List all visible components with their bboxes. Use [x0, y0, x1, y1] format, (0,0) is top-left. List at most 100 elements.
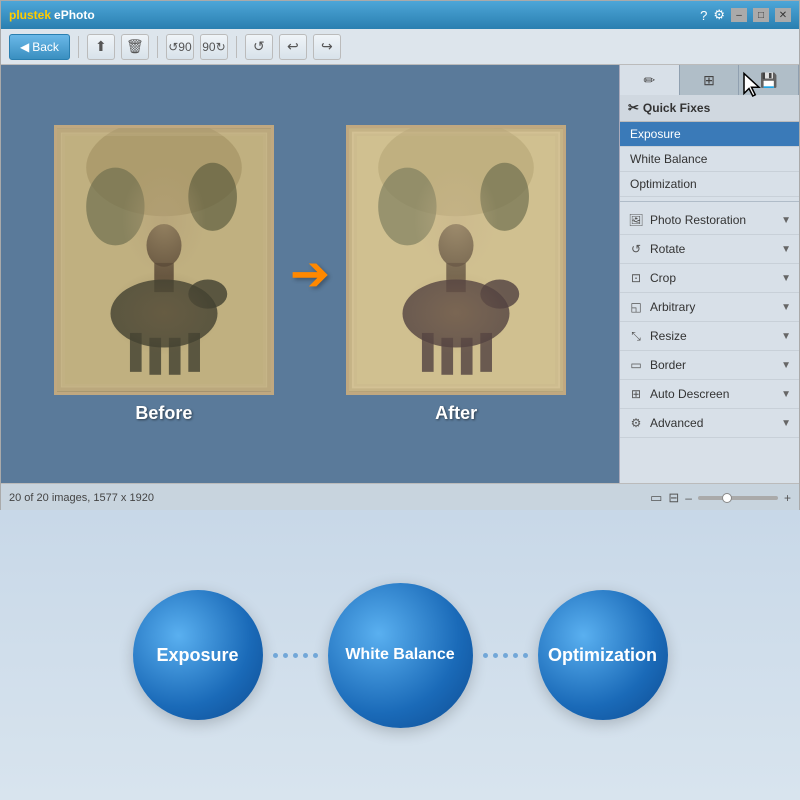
settings-icon[interactable]: ⚙: [713, 7, 725, 23]
panel-row-border[interactable]: ▭ Border ▼: [620, 351, 799, 380]
app-window: plustek ePhoto ? ⚙ – □ ✕ ◀ Back ⬆ 🗑 ↺90: [0, 0, 800, 510]
back-button[interactable]: ◀ Back: [9, 34, 70, 60]
chevron-icon-5: ▼: [781, 331, 791, 342]
right-panel-tabs: ✏ ⊞ 💾: [620, 65, 799, 95]
single-view-icon[interactable]: ▭: [650, 490, 662, 506]
before-photo: [54, 125, 274, 395]
panel-divider: [620, 201, 799, 202]
delete-icon: 🗑: [126, 38, 144, 55]
resize-icon: ⤡: [628, 328, 644, 344]
image-compare: Before ➔: [21, 125, 599, 424]
zoom-slider[interactable]: [698, 496, 778, 500]
after-container: After: [346, 125, 566, 424]
dotted-line-1: [263, 653, 328, 658]
delete-button[interactable]: 🗑: [121, 34, 149, 60]
chevron-icon-4: ▼: [781, 302, 791, 313]
minimize-button[interactable]: –: [731, 8, 747, 22]
panel-row-photo-restoration[interactable]: 🖼 Photo Restoration ▼: [620, 206, 799, 235]
help-icon[interactable]: ?: [700, 8, 707, 23]
back-label: Back: [32, 40, 59, 54]
bottom-section: Exposure White Balance Optimization: [0, 510, 800, 800]
split-view-icon[interactable]: ⊟: [668, 490, 679, 506]
zoom-thumb[interactable]: [722, 493, 732, 503]
compare-icon: ⊞: [703, 72, 715, 89]
circle-optimization[interactable]: Optimization: [538, 590, 668, 720]
chevron-icon: ▼: [781, 215, 791, 226]
rotate-icon: ↺: [628, 241, 644, 257]
panel-row-crop[interactable]: ⊡ Crop ▼: [620, 264, 799, 293]
redo-button[interactable]: ↪: [313, 34, 341, 60]
crop-icon: ⊡: [628, 270, 644, 286]
status-bar: 20 of 20 images, 1577 x 1920 ▭ ⊟ – +: [1, 483, 799, 511]
auto-descreen-icon: ⊞: [628, 386, 644, 402]
reset-button[interactable]: ↺: [245, 34, 273, 60]
status-right: ▭ ⊟ – +: [650, 490, 791, 506]
quick-fixes-label: Quick Fixes: [643, 101, 710, 115]
rotate-left-icon: ↺90: [168, 40, 191, 54]
optimization-circle-label: Optimization: [548, 645, 657, 666]
rotate-left-button[interactable]: ↺90: [166, 34, 194, 60]
panel-row-arbitrary[interactable]: ◱ Arbitrary ▼: [620, 293, 799, 322]
after-photo: [346, 125, 566, 395]
tab-save[interactable]: 💾: [739, 65, 799, 95]
border-label: Border: [650, 358, 686, 372]
image-info: 20 of 20 images, 1577 x 1920: [9, 492, 154, 504]
panel-row-auto-descreen[interactable]: ⊞ Auto Descreen ▼: [620, 380, 799, 409]
tab-edit[interactable]: ✏: [620, 65, 680, 95]
quick-fixes-icon: ✂: [628, 100, 639, 116]
arbitrary-icon: ◱: [628, 299, 644, 315]
save-icon: 💾: [760, 72, 777, 89]
zoom-in-icon[interactable]: +: [784, 491, 791, 505]
white-balance-circle-label: White Balance: [345, 646, 454, 664]
reset-icon: ↺: [253, 38, 265, 55]
main-content: Before ➔: [1, 65, 799, 483]
title-bar: plustek ePhoto ? ⚙ – □ ✕: [1, 1, 799, 29]
chevron-icon-3: ▼: [781, 273, 791, 284]
upload-button[interactable]: ⬆: [87, 34, 115, 60]
rotate-right-button[interactable]: 90↻: [200, 34, 228, 60]
back-arrow-icon: ◀: [20, 40, 29, 54]
border-icon: ▭: [628, 357, 644, 373]
qf-exposure[interactable]: Exposure: [620, 122, 799, 147]
panel-row-resize[interactable]: ⤡ Resize ▼: [620, 322, 799, 351]
circle-white-balance[interactable]: White Balance: [328, 583, 473, 728]
edit-icon: ✏: [643, 72, 655, 89]
maximize-button[interactable]: □: [753, 8, 769, 22]
rotate-label: Rotate: [650, 242, 685, 256]
qf-optimization[interactable]: Optimization: [620, 172, 799, 197]
before-container: Before: [54, 125, 274, 424]
panel-row-advanced[interactable]: ⚙ Advanced ▼: [620, 409, 799, 438]
qf-white-balance[interactable]: White Balance: [620, 147, 799, 172]
tab-compare[interactable]: ⊞: [680, 65, 740, 95]
toolbar-separator: [78, 36, 79, 58]
exposure-circle-label: Exposure: [156, 645, 238, 666]
before-label: Before: [135, 403, 192, 424]
dotted-line-2: [473, 653, 538, 658]
circle-exposure[interactable]: Exposure: [133, 590, 263, 720]
crop-label: Crop: [650, 271, 676, 285]
advanced-label: Advanced: [650, 416, 703, 430]
title-bar-controls: ? ⚙ – □ ✕: [700, 7, 791, 23]
photo-restoration-label: Photo Restoration: [650, 213, 746, 227]
chevron-icon-7: ▼: [781, 389, 791, 400]
image-panel: Before ➔: [1, 65, 619, 483]
app-logo: plustek ePhoto: [9, 8, 95, 22]
zoom-out-icon[interactable]: –: [685, 491, 692, 505]
redo-icon: ↪: [321, 38, 333, 55]
logo-title: ePhoto: [54, 8, 95, 22]
rotate-right-icon: 90↻: [202, 40, 225, 54]
panel-row-rotate[interactable]: ↺ Rotate ▼: [620, 235, 799, 264]
photo-restoration-icon: 🖼: [628, 212, 644, 228]
title-bar-left: plustek ePhoto: [9, 8, 95, 22]
logo-brand: plustek: [9, 8, 51, 22]
arrow-icon: ➔: [290, 246, 330, 302]
upload-icon: ⬆: [95, 38, 107, 55]
after-label: After: [435, 403, 477, 424]
auto-descreen-label: Auto Descreen: [650, 387, 729, 401]
toolbar: ◀ Back ⬆ 🗑 ↺90 90↻ ↺ ↩ ↪: [1, 29, 799, 65]
chevron-icon-8: ▼: [781, 418, 791, 429]
chevron-icon-2: ▼: [781, 244, 791, 255]
close-button[interactable]: ✕: [775, 8, 791, 22]
undo-button[interactable]: ↩: [279, 34, 307, 60]
toolbar-separator-3: [236, 36, 237, 58]
